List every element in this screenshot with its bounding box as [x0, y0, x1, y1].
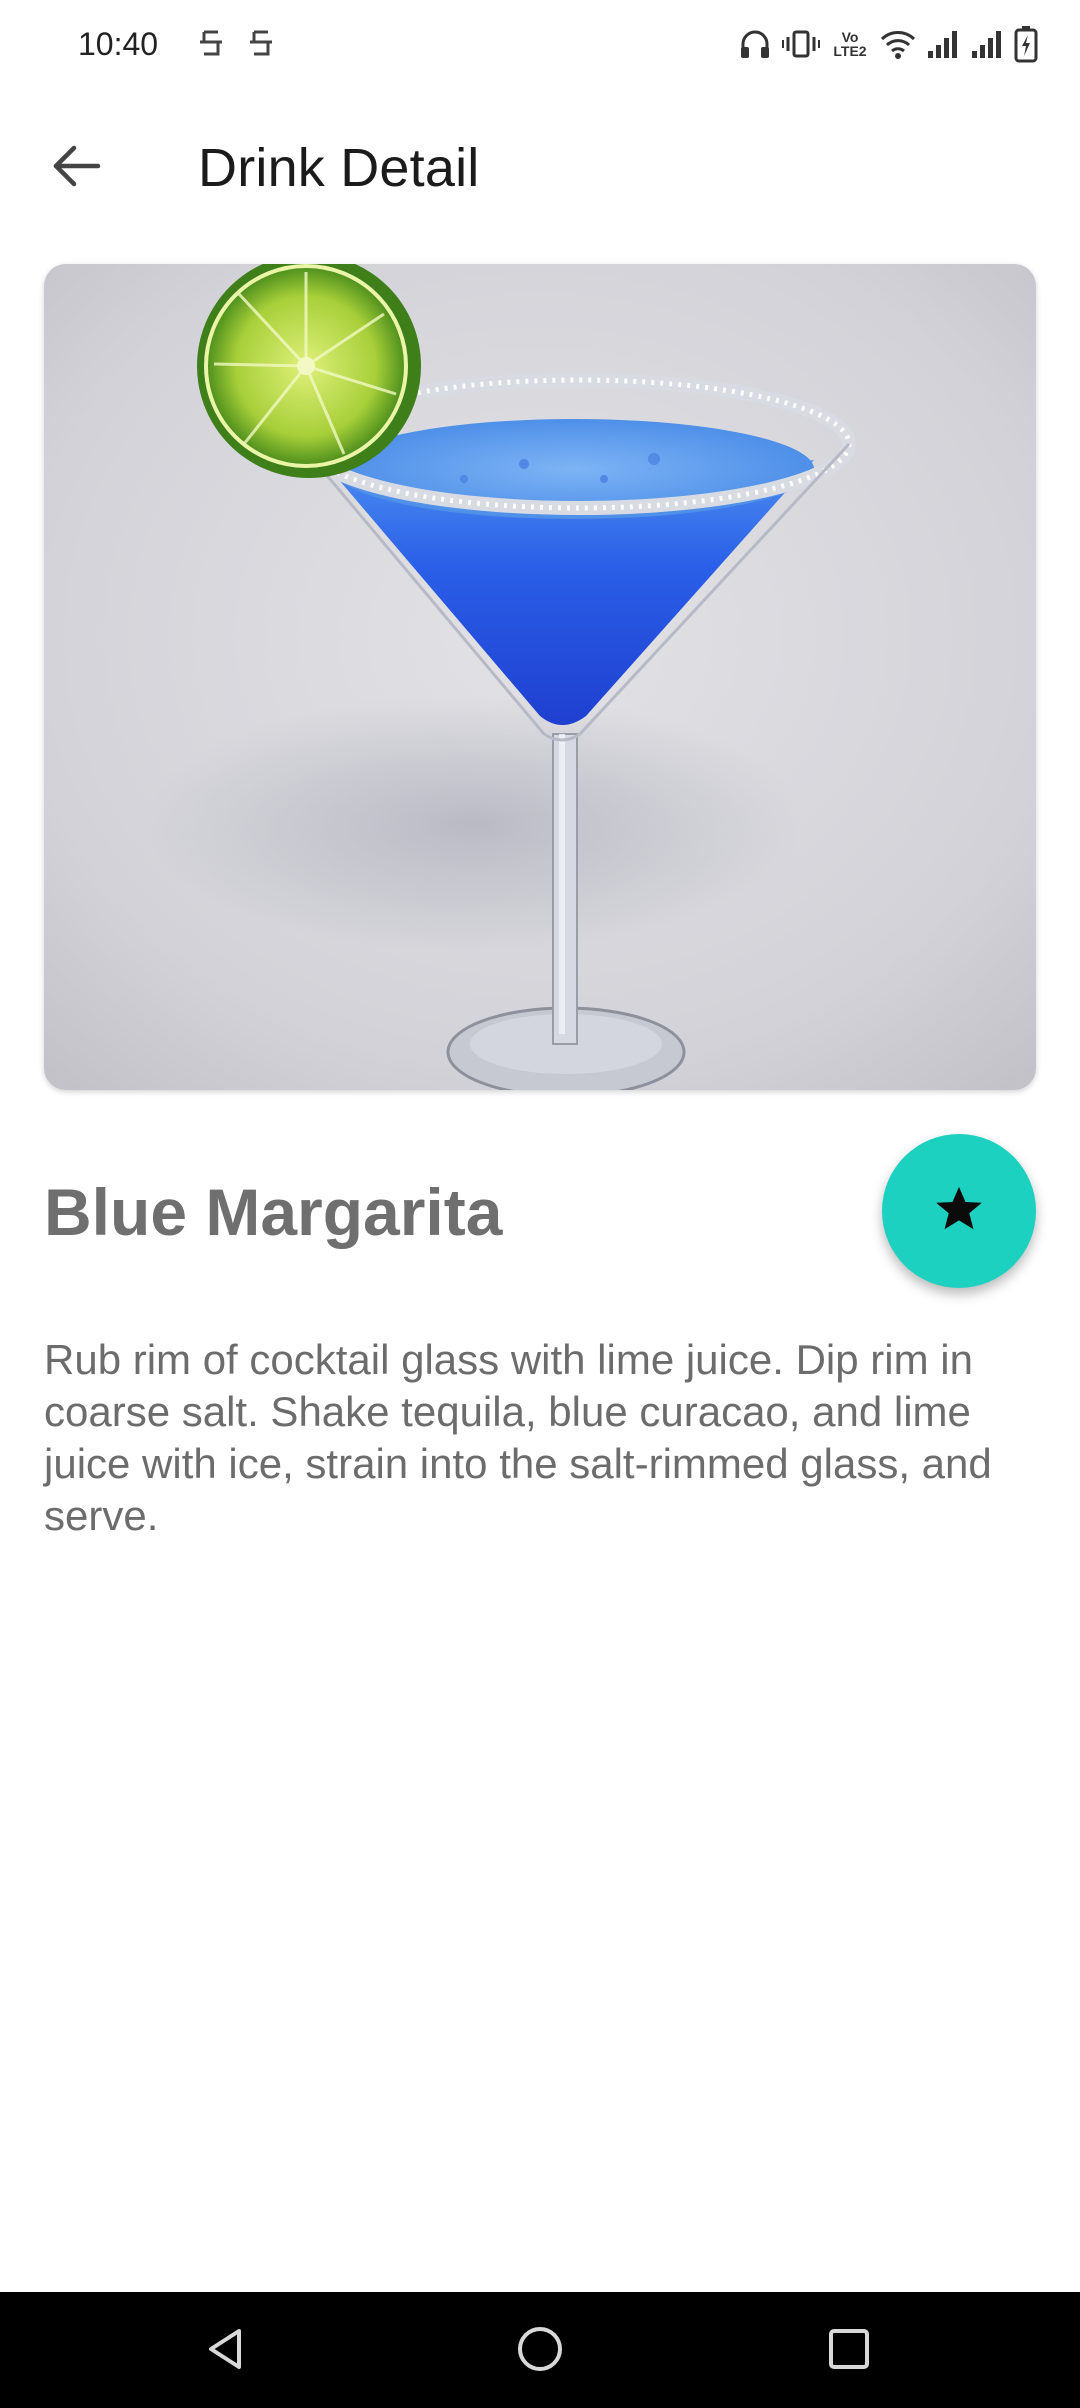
- nav-recents-button[interactable]: [814, 2316, 884, 2386]
- home-circle-icon: [515, 2324, 565, 2379]
- volte-label-bottom: LTE2: [833, 43, 867, 59]
- drink-instructions: Rub rim of cocktail glass with lime juic…: [44, 1336, 992, 1539]
- wifi-icon: [880, 27, 916, 61]
- battery-charging-icon: [1014, 25, 1038, 63]
- navigation-bar: [0, 2292, 1080, 2408]
- favorite-button[interactable]: [882, 1134, 1036, 1288]
- status-icons: Vo LTE2: [738, 22, 1038, 66]
- notification-app-icon: [246, 26, 276, 60]
- arrow-back-icon: [50, 144, 102, 193]
- drink-name: Blue Margarita: [44, 1175, 503, 1249]
- page-title: Drink Detail: [198, 138, 480, 198]
- drink-image: [44, 264, 1036, 1090]
- volte-label-top: Vo: [841, 29, 859, 45]
- recents-square-icon: [826, 2326, 872, 2377]
- notification-app-icon: [196, 26, 226, 60]
- status-bar: 10:40 Vo LTE2: [0, 0, 1080, 88]
- back-triangle-icon: [203, 2325, 251, 2378]
- volte-icon: Vo LTE2: [830, 30, 870, 58]
- signal-icon: [970, 27, 1004, 61]
- signal-icon: [926, 27, 960, 61]
- status-time: 10:40: [78, 26, 159, 62]
- back-button[interactable]: [36, 136, 116, 200]
- app-bar: Drink Detail: [0, 120, 1080, 216]
- nav-home-button[interactable]: [505, 2316, 575, 2386]
- headphones-icon: [738, 27, 772, 61]
- nav-back-button[interactable]: [192, 2316, 262, 2386]
- vibrate-icon: [782, 27, 820, 61]
- star-icon: [931, 1181, 987, 1242]
